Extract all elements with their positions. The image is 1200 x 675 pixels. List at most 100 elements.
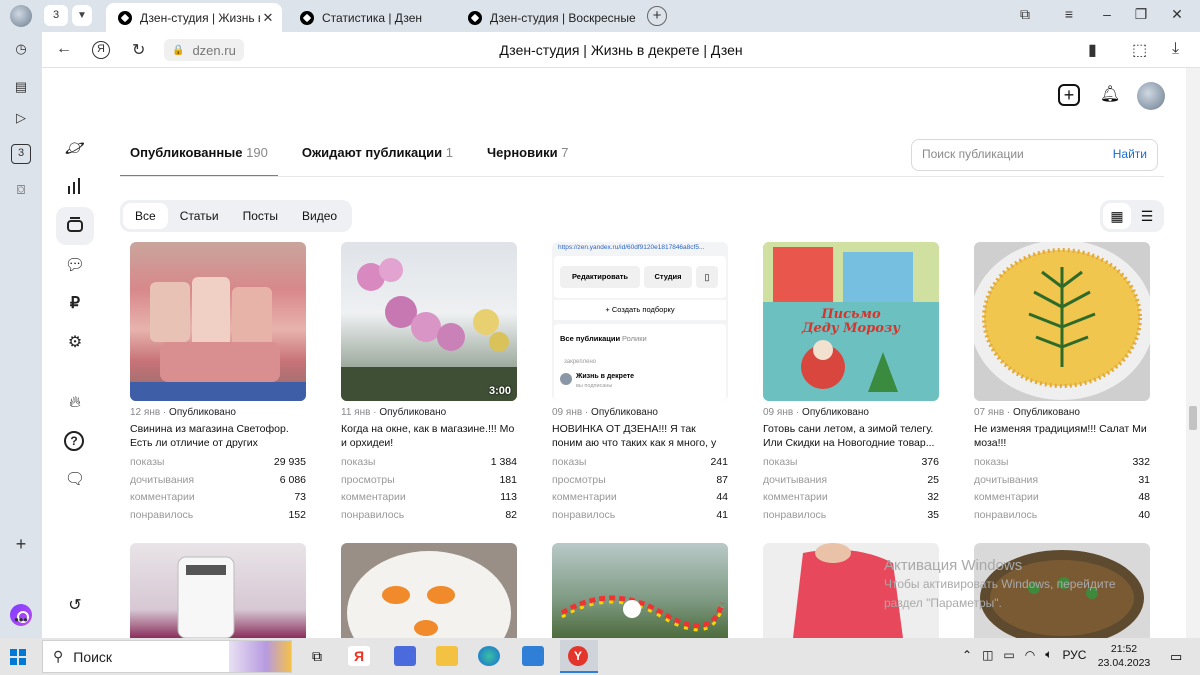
inner-avatar: [560, 373, 572, 385]
battery-icon[interactable]: ▭: [1003, 648, 1014, 662]
chevron-down-icon[interactable]: ▼: [72, 5, 92, 26]
planet-icon[interactable]: 🪐︎: [64, 138, 86, 160]
notifications-icon[interactable]: ▭: [1170, 649, 1182, 665]
thumbnail-kids-salad[interactable]: [341, 543, 517, 638]
chat-icon[interactable]: 🗨︎: [64, 469, 86, 491]
yandex-browser-task[interactable]: Y: [560, 640, 598, 673]
grid-view-icon[interactable]: ▦: [1103, 203, 1131, 229]
thumbnail-screenshot[interactable]: https://zen.yandex.ru/id/60df9120e181784…: [552, 242, 728, 401]
restore-button[interactable]: ❐: [1130, 6, 1152, 23]
stats-icon[interactable]: [64, 177, 86, 199]
tab-count: 190: [246, 145, 268, 160]
sidebar-badge[interactable]: 3: [11, 144, 31, 164]
list-view-icon[interactable]: ☰: [1133, 203, 1161, 229]
language-indicator[interactable]: РУС: [1062, 648, 1086, 662]
card-stats: показы 1 384 просмотры 181 комментарии 113 …: [341, 456, 517, 526]
lavender-banner: [229, 641, 291, 672]
close-icon[interactable]: ✕: [260, 10, 276, 26]
history-icon[interactable]: ◷: [11, 39, 31, 59]
bell-icon[interactable]: 🔔︎: [1099, 84, 1121, 106]
card-date: 09 янв: [763, 407, 794, 418]
tab-count: 1: [445, 145, 454, 160]
tab-published[interactable]: Опубликованные 190: [120, 133, 278, 177]
stat-label: дочитывания: [130, 473, 195, 486]
taskbar-search[interactable]: ⚲ Поиск: [42, 640, 292, 673]
filter-video[interactable]: Видео: [290, 203, 349, 229]
inner-all: Все публикации: [560, 334, 621, 343]
thumbnail-pork[interactable]: [130, 242, 306, 401]
minimize-icon[interactable]: ≡: [1058, 6, 1080, 22]
search-input[interactable]: [922, 147, 1102, 161]
scrollbar[interactable]: [1186, 68, 1200, 638]
tab-pending[interactable]: Ожидают публикации 1: [292, 133, 463, 177]
fire-icon[interactable]: 🔥︎: [64, 392, 86, 414]
stat-value: 48: [1138, 491, 1150, 503]
avatar[interactable]: [1137, 82, 1165, 110]
bookmark-icon[interactable]: ▮: [1088, 40, 1097, 60]
close-window-button[interactable]: ✕: [1166, 6, 1188, 23]
volume-icon[interactable]: 🔈︎: [1045, 647, 1052, 662]
meet-icon[interactable]: ◫: [982, 648, 993, 662]
logout-icon[interactable]: ↺: [64, 595, 86, 617]
tab-studio[interactable]: Дзен-студия | Жизнь в д ✕: [106, 3, 282, 32]
filter-posts[interactable]: Посты: [231, 203, 290, 229]
stat-value: 40: [1138, 508, 1150, 521]
thumbnail-decor[interactable]: [552, 543, 728, 638]
ruble-icon[interactable]: ₽: [64, 293, 86, 315]
task-view-icon[interactable]: ⧉: [306, 646, 328, 666]
card-date: 07 янв: [974, 407, 1005, 418]
collections-icon[interactable]: ⬚: [1132, 40, 1147, 60]
help-icon[interactable]: ?: [64, 431, 84, 451]
network-icon[interactable]: ◠: [1025, 648, 1035, 662]
windows-start-icon[interactable]: [10, 649, 26, 665]
create-button[interactable]: +: [1058, 84, 1080, 106]
profile-avatar[interactable]: [10, 5, 32, 27]
filter-all[interactable]: Все: [123, 203, 168, 229]
video-icon[interactable]: ▷: [11, 108, 31, 128]
stat-value: 31: [1138, 473, 1150, 486]
chevron-up-icon[interactable]: ⌃: [962, 648, 972, 662]
card-status: Опубликовано: [379, 407, 447, 418]
comments-icon[interactable]: 💬︎: [64, 255, 86, 277]
studio-sidebar: 🪐︎ 💬︎ ₽ ⚙ 🔥︎ ? 🗨︎ ↺: [42, 68, 108, 638]
tab-statistics[interactable]: Статистика | Дзен: [288, 3, 458, 32]
tab-drafts[interactable]: Черновики 7: [477, 133, 578, 177]
inner-list: Все публикации Ролики закреплено Жизнь в…: [554, 324, 726, 401]
clock[interactable]: 21:52 23.04.2023: [1094, 642, 1154, 670]
thumbnail-salad[interactable]: [974, 242, 1150, 401]
stat-value: 1 384: [490, 456, 517, 468]
new-tab-button[interactable]: +: [647, 6, 667, 26]
folder-icon[interactable]: [436, 646, 458, 666]
camera-icon[interactable]: ⌼: [11, 180, 31, 200]
card-stats: показы 376 дочитывания 25 комментарии 32 по…: [763, 456, 939, 526]
add-icon[interactable]: +: [11, 534, 31, 554]
more-icon[interactable]: •••: [11, 610, 31, 630]
card-status: Опубликовано: [591, 407, 658, 418]
card-title: Готовь сани летом, а зимой телегу. Или С…: [763, 423, 935, 449]
thumbnail-appliance[interactable]: [130, 543, 306, 638]
download-icon[interactable]: ⤓: [1172, 40, 1179, 58]
thumbnail-book[interactable]: Письмо Деду Морозу: [763, 242, 939, 401]
thumbnail-orchids[interactable]: 3:00: [341, 242, 517, 401]
search-button[interactable]: Найти: [1113, 147, 1147, 161]
gear-icon[interactable]: ⚙: [64, 332, 86, 354]
tab-studio-sunday[interactable]: Дзен-студия | Воскресные: [456, 3, 636, 32]
store-icon[interactable]: [394, 646, 416, 666]
stat-value: 181: [499, 473, 517, 486]
card-date: 11 янв: [341, 407, 371, 418]
scrollbar-thumb[interactable]: [1189, 406, 1197, 430]
stat-label: комментарии: [552, 491, 617, 503]
publications-icon[interactable]: [64, 215, 86, 237]
tab-manager-icon[interactable]: ⧉: [1014, 6, 1036, 23]
card-meta: 07 янв · Опубликовано: [974, 407, 1080, 418]
mail-icon[interactable]: [522, 646, 544, 666]
tab-counter[interactable]: 3: [44, 5, 68, 26]
yandex-app-icon[interactable]: Я: [348, 646, 370, 666]
publication-tabs: Опубликованные 190 Ожидают публикации 1 …: [120, 133, 592, 177]
inner-subscribed: вы подписаны: [576, 383, 613, 389]
edge-icon[interactable]: [478, 646, 500, 666]
filter-articles[interactable]: Статьи: [168, 203, 231, 229]
notes-icon[interactable]: ▤: [11, 77, 31, 97]
minimize-button[interactable]: –: [1096, 6, 1118, 22]
stat-value: 332: [1132, 456, 1150, 468]
